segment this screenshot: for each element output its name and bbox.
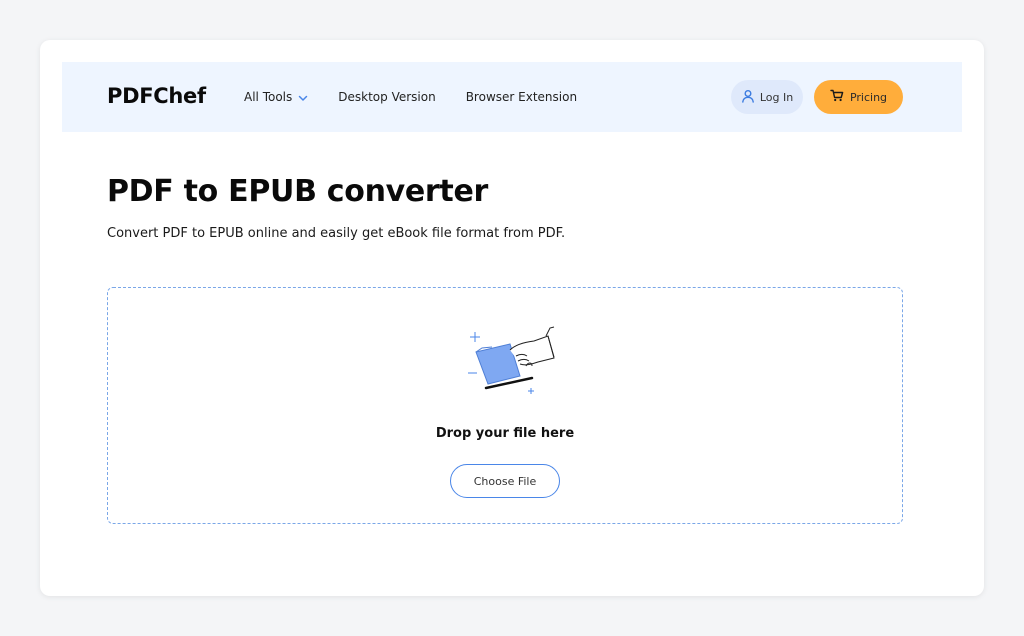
nav-item-label: All Tools	[244, 90, 293, 104]
pricing-button[interactable]: Pricing	[814, 80, 903, 114]
file-dropzone[interactable]: Drop your file here Choose File	[107, 287, 903, 524]
user-icon	[741, 89, 760, 106]
nav-item-browser-extension[interactable]: Browser Extension	[466, 90, 577, 104]
nav-item-label: Browser Extension	[465, 90, 578, 104]
choose-file-button[interactable]: Choose File	[450, 464, 560, 498]
main-nav: All Tools Desktop Version Browser Extens…	[244, 62, 607, 132]
site-header: PDFChef All Tools Desktop Version Browse…	[62, 62, 962, 132]
dropzone-text: Drop your file here	[435, 426, 575, 441]
cart-icon	[830, 89, 850, 105]
logo[interactable]: PDFChef	[107, 84, 206, 108]
page-subtitle: Convert PDF to EPUB online and easily ge…	[107, 226, 566, 241]
nav-item-all-tools[interactable]: All Tools	[244, 90, 308, 104]
login-button[interactable]: Log In	[731, 80, 803, 114]
chevron-down-icon	[298, 92, 308, 102]
nav-item-desktop-version[interactable]: Desktop Version	[338, 90, 435, 104]
page-title: PDF to EPUB converter	[107, 174, 489, 209]
pricing-label: Pricing	[849, 90, 888, 104]
login-label: Log In	[759, 90, 794, 104]
file-upload-illustration-icon	[460, 324, 556, 400]
main-card: PDFChef All Tools Desktop Version Browse…	[40, 40, 984, 596]
nav-item-label: Desktop Version	[338, 90, 436, 104]
